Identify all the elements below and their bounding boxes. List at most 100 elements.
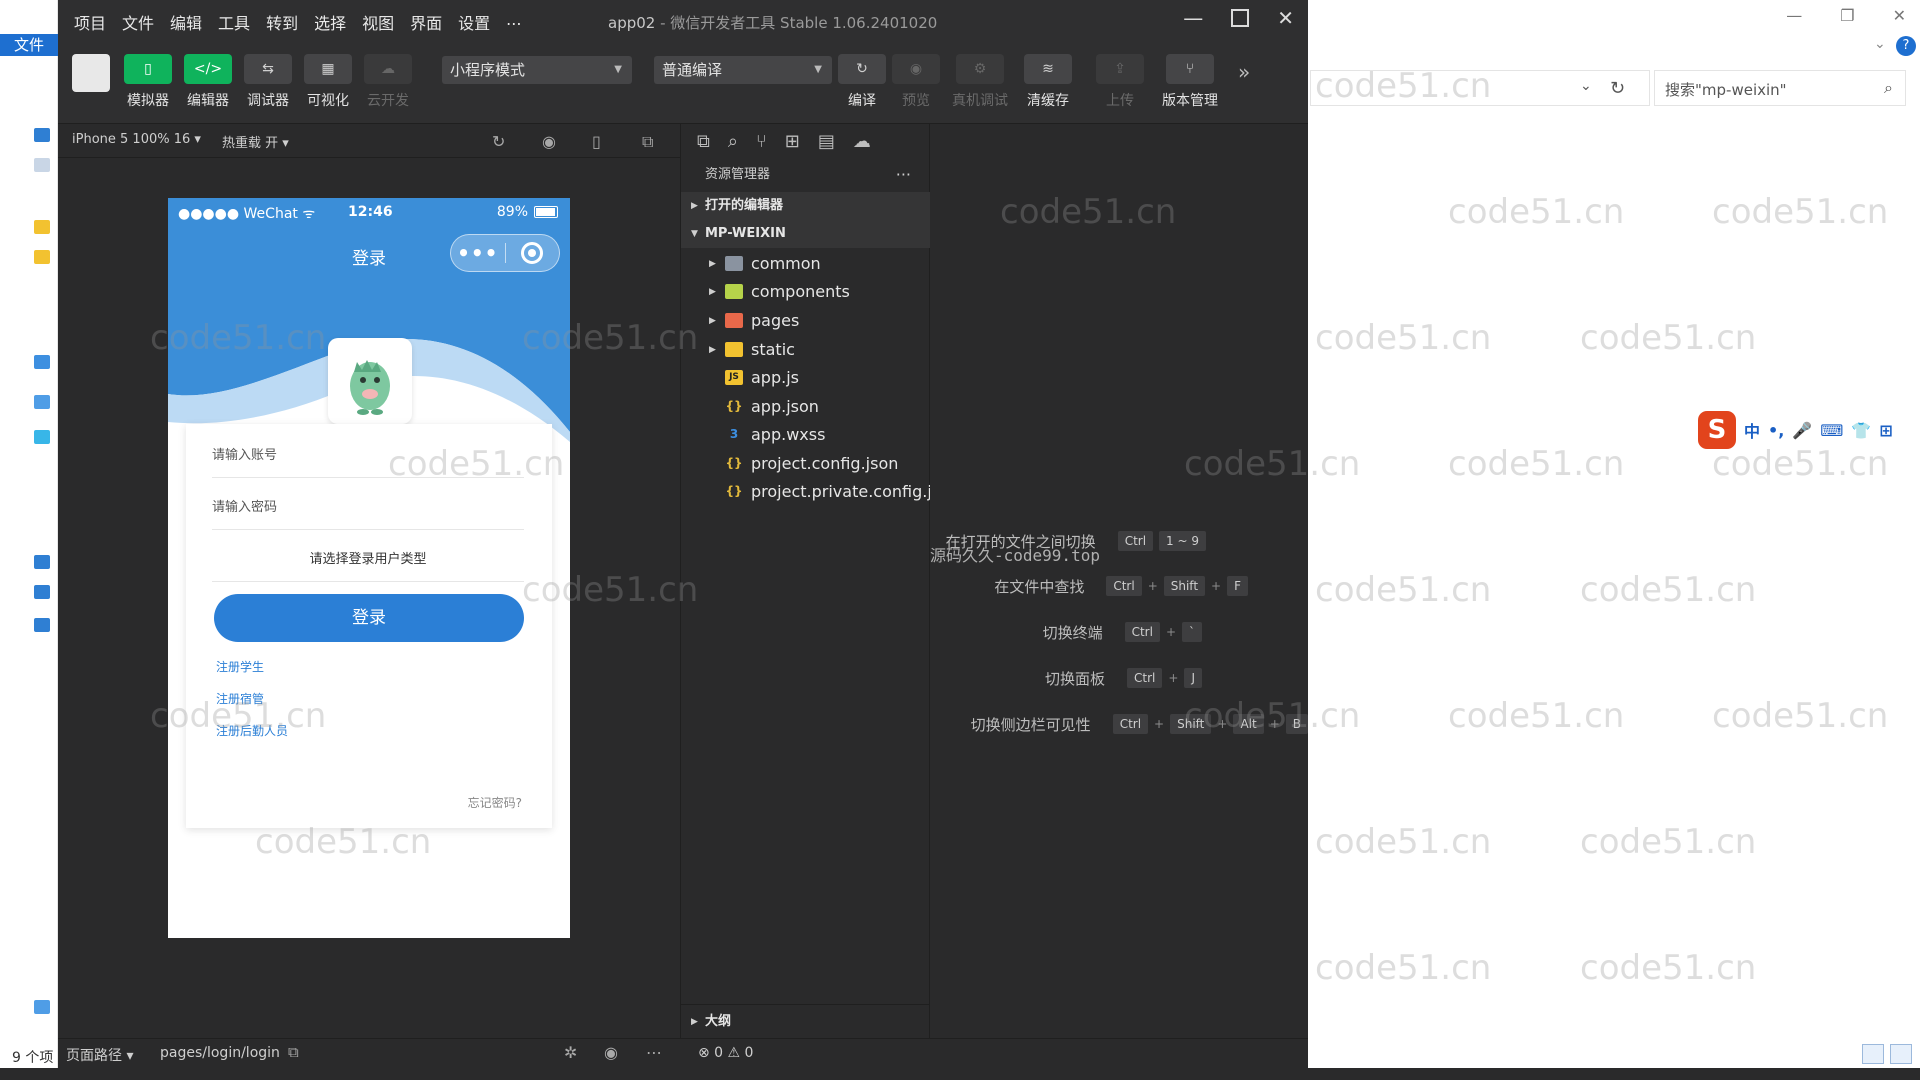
eye-icon[interactable]: ◉ [604, 1043, 618, 1062]
ime-keyboard-icon[interactable]: ⌨ [1820, 421, 1843, 440]
preview-button[interactable]: ◉ 预览 [890, 54, 942, 110]
tree-item-app-wxss[interactable]: 3 app.wxss [681, 421, 931, 449]
tree-item-project-config[interactable]: {} project.config.json [681, 450, 931, 478]
account-input[interactable]: 请输入账号 [212, 428, 524, 478]
menu-project[interactable]: 项目 [74, 10, 106, 34]
folder-icon [725, 256, 743, 271]
chevron-down-icon: ▼ [691, 229, 698, 239]
menu-more[interactable]: ... [506, 10, 521, 34]
tree-item-project-private-config[interactable]: {} project.private.config.js... [681, 478, 931, 506]
chevron-right-icon: ▶ [691, 201, 698, 211]
source-control-icon[interactable]: ⑂ [756, 131, 767, 152]
menu-tools[interactable]: 工具 [218, 10, 250, 34]
tree-item-common[interactable]: ▶ common [681, 250, 931, 278]
explorer-address-dropdown-icon[interactable]: ⌄ [1580, 78, 1592, 94]
open-editors-section[interactable]: ▶ 打开的编辑器 [681, 192, 931, 220]
menu-goto[interactable]: 转到 [266, 10, 298, 34]
details-view-icon[interactable] [1862, 1044, 1884, 1064]
menu-file[interactable]: 文件 [122, 10, 154, 34]
phone-frame-icon[interactable]: ▯ [592, 132, 601, 151]
remote-debug-button[interactable]: ⚙ 真机调试 [948, 54, 1012, 110]
large-icons-view-icon[interactable] [1890, 1044, 1912, 1064]
register-dorm-manager-link[interactable]: 注册宿管 [216, 690, 264, 707]
close-button[interactable]: ✕ [1277, 6, 1294, 30]
tree-item-label: common [751, 254, 821, 273]
bug-icon[interactable]: ✲ [564, 1043, 577, 1062]
register-student-link[interactable]: 注册学生 [216, 658, 264, 675]
compile-mode-select[interactable]: 普通编译 ▼ [654, 56, 832, 84]
tree-item-components[interactable]: ▶ components [681, 278, 931, 306]
more-tools-icon[interactable]: » [1238, 60, 1250, 84]
more-menu-icon[interactable]: ••• [451, 241, 505, 265]
cloud-icon[interactable]: ☁ [853, 131, 871, 152]
login-button[interactable]: 登录 [214, 594, 524, 642]
ime-skin-icon[interactable]: 👕 [1851, 421, 1871, 440]
explorer-more-icon[interactable]: ··· [896, 158, 911, 192]
menu-interface[interactable]: 界面 [410, 10, 442, 34]
copy-icon[interactable]: ⧉ [288, 1043, 299, 1061]
explorer-address-bar[interactable] [1310, 70, 1650, 106]
page-path-dropdown[interactable]: 页面路径 ▾ [66, 1045, 133, 1065]
version-control-button[interactable]: ⑂ 版本管理 [1156, 54, 1224, 110]
mode-select-value: 小程序模式 [450, 61, 526, 79]
stop-icon[interactable]: ◉ [542, 132, 556, 151]
explorer-close-button[interactable]: ✕ [1893, 6, 1906, 25]
menu-edit[interactable]: 编辑 [170, 10, 202, 34]
save-icon[interactable]: ▤ [818, 131, 835, 152]
device-select[interactable]: iPhone 5 100% 16 ▾ [72, 132, 201, 147]
password-input[interactable]: 请输入密码 [212, 480, 524, 530]
editor-toggle-button[interactable]: </> 编辑器 [182, 54, 234, 110]
explorer-expand-ribbon-icon[interactable]: ⌄ [1874, 36, 1886, 52]
compile-button[interactable]: ↻ 编译 [836, 54, 888, 110]
clear-cache-button[interactable]: ≋ 清缓存 [1022, 54, 1074, 110]
explorer-search-icon[interactable]: ⌕ [1884, 78, 1893, 98]
shortcut-key: Shift [1163, 576, 1206, 596]
extensions-icon[interactable]: ⊞ [785, 131, 800, 152]
files-icon[interactable]: ⧉ [697, 131, 710, 152]
mode-select[interactable]: 小程序模式 ▼ [442, 56, 632, 84]
window-title: app02 - 微信开发者工具 Stable 1.06.2401020 [608, 12, 937, 33]
close-miniprogram-button[interactable] [505, 242, 559, 264]
explorer-search-input[interactable]: 搜索"mp-weixin" [1654, 70, 1906, 106]
user-avatar[interactable] [72, 54, 110, 92]
ime-chinese-mode[interactable]: 中 [1744, 418, 1760, 442]
upload-button[interactable]: ⇪ 上传 [1094, 54, 1146, 110]
hot-reload-toggle[interactable]: 热重载 开 ▾ [222, 132, 289, 151]
explorer-refresh-icon[interactable]: ↻ [1610, 78, 1625, 99]
menu-view[interactable]: 视图 [362, 10, 394, 34]
cloud-dev-button[interactable]: ☁ 云开发 [362, 54, 414, 110]
explorer-file-tab[interactable]: 文件 [0, 34, 58, 56]
more-icon[interactable]: ⋯ [646, 1043, 662, 1062]
project-section[interactable]: ▼ MP-WEIXIN [681, 220, 931, 248]
sogou-ime-logo-icon[interactable]: S [1698, 411, 1736, 449]
ime-punctuation-icon[interactable]: •, [1768, 421, 1784, 440]
outline-section[interactable]: ▶ 大纲 [681, 1004, 931, 1038]
problems-counter[interactable]: ⊗ 0 ⚠ 0 [698, 1045, 753, 1061]
visual-toggle-button[interactable]: ▦ 可视化 [302, 54, 354, 110]
json-file-icon: {} [725, 484, 743, 498]
ime-voice-icon[interactable]: 🎤 [1792, 421, 1812, 440]
forgot-password-link[interactable]: 忘记密码? [468, 794, 522, 811]
tree-item-pages[interactable]: ▶ pages [681, 307, 931, 335]
menu-settings[interactable]: 设置 [458, 10, 490, 34]
tree-item-app-js[interactable]: JS app.js [681, 364, 931, 392]
simulator-toggle-button[interactable]: ▯ 模拟器 [122, 54, 174, 110]
tree-item-static[interactable]: ▶ static [681, 336, 931, 364]
explorer-minimize-button[interactable]: — [1786, 6, 1802, 25]
menu-select[interactable]: 选择 [314, 10, 346, 34]
register-logistics-link[interactable]: 注册后勤人员 [216, 722, 288, 739]
user-type-picker[interactable]: 请选择登录用户类型 [212, 532, 524, 582]
layout-icon: ▦ [304, 54, 352, 84]
ime-toolbox-icon[interactable]: ⊞ [1879, 421, 1892, 440]
compile-select-value: 普通编译 [662, 61, 723, 79]
maximize-button[interactable] [1231, 9, 1250, 27]
tree-item-app-json[interactable]: {} app.json [681, 393, 931, 421]
minimize-button[interactable]: — [1183, 6, 1203, 30]
debugger-toggle-button[interactable]: ⇆ 调试器 [242, 54, 294, 110]
refresh-icon[interactable]: ↻ [492, 132, 505, 151]
explorer-help-icon[interactable]: ? [1896, 36, 1916, 56]
search-icon[interactable]: ⌕ [728, 131, 738, 152]
explorer-restore-button[interactable]: ❐ [1840, 6, 1854, 25]
chevron-right-icon: ▶ [691, 1017, 698, 1027]
detach-window-icon[interactable]: ⧉ [642, 132, 653, 152]
